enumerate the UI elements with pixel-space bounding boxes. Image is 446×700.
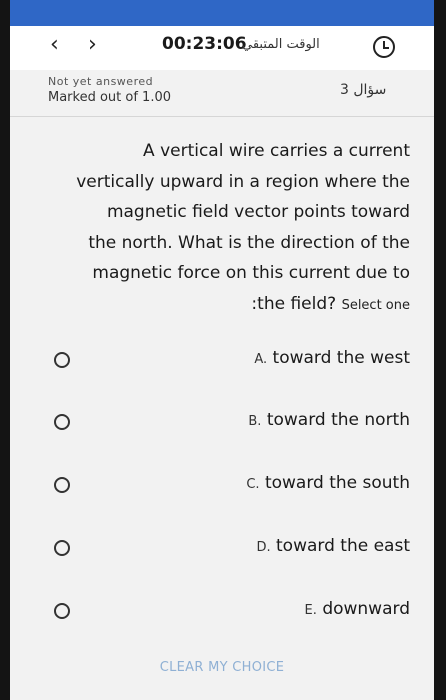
option-d[interactable]: D. toward the east xyxy=(10,528,434,568)
question-line: the north. What is the direction of the xyxy=(88,232,410,253)
radio-button[interactable] xyxy=(54,414,70,430)
option-text: toward the north xyxy=(266,410,410,430)
option-label[interactable]: C. toward the south xyxy=(246,473,410,493)
radio-button[interactable] xyxy=(54,603,70,619)
option-text: downward xyxy=(322,599,410,619)
divider xyxy=(10,116,434,117)
option-label[interactable]: E. downward xyxy=(305,599,410,619)
clock-icon[interactable] xyxy=(373,36,395,58)
option-text: toward the south xyxy=(264,473,410,493)
answer-status: Not yet answered xyxy=(48,75,154,88)
radio-button[interactable] xyxy=(54,540,70,556)
option-letter: D. xyxy=(256,540,271,555)
question-line-last: :the field? Select one xyxy=(50,289,410,322)
radio-button[interactable] xyxy=(54,477,70,493)
option-letter: C. xyxy=(246,477,260,492)
option-a[interactable]: A. toward the west xyxy=(10,340,434,380)
question-line: magnetic force on this current due to xyxy=(92,263,410,284)
quiz-screen: ‹ › 00:23:06 الوقت المتبقي Not yet answe… xyxy=(10,26,434,700)
option-e[interactable]: E. downward xyxy=(10,591,434,631)
option-label[interactable]: B. toward the north xyxy=(248,410,410,430)
question-line: vertically upward in a region where the xyxy=(76,171,410,192)
question-line: A vertical wire carries a current xyxy=(143,141,410,161)
next-page-icon[interactable]: › xyxy=(88,32,97,57)
select-one-hint: Select one xyxy=(341,297,410,313)
marks-info: Marked out of 1.00 xyxy=(48,90,172,105)
option-text: toward the east xyxy=(276,536,410,556)
option-text: toward the west xyxy=(272,348,410,368)
option-letter: B. xyxy=(248,414,262,429)
option-label[interactable]: D. toward the east xyxy=(256,536,410,556)
option-letter: A. xyxy=(254,352,268,367)
quiz-navigation-bar: ‹ › 00:23:06 الوقت المتبقي xyxy=(10,26,434,70)
time-remaining: 00:23:06 xyxy=(162,34,247,54)
question-line: :the field? xyxy=(251,293,337,314)
option-letter: E. xyxy=(304,603,317,618)
option-label[interactable]: A. toward the west xyxy=(254,348,410,368)
time-remaining-label: الوقت المتبقي xyxy=(242,37,320,52)
question-text: A vertical wire carries a current vertic… xyxy=(50,136,410,322)
question-number: سؤال 3 xyxy=(340,82,387,98)
option-c[interactable]: C. toward the south xyxy=(10,465,434,505)
question-line: magnetic field vector points toward xyxy=(106,202,410,223)
previous-page-icon[interactable]: ‹ xyxy=(50,32,59,57)
radio-button[interactable] xyxy=(54,352,70,368)
option-b[interactable]: B. toward the north xyxy=(10,402,434,442)
clear-choice-link[interactable]: CLEAR MY CHOICE xyxy=(10,660,434,675)
status-bar xyxy=(10,0,434,26)
